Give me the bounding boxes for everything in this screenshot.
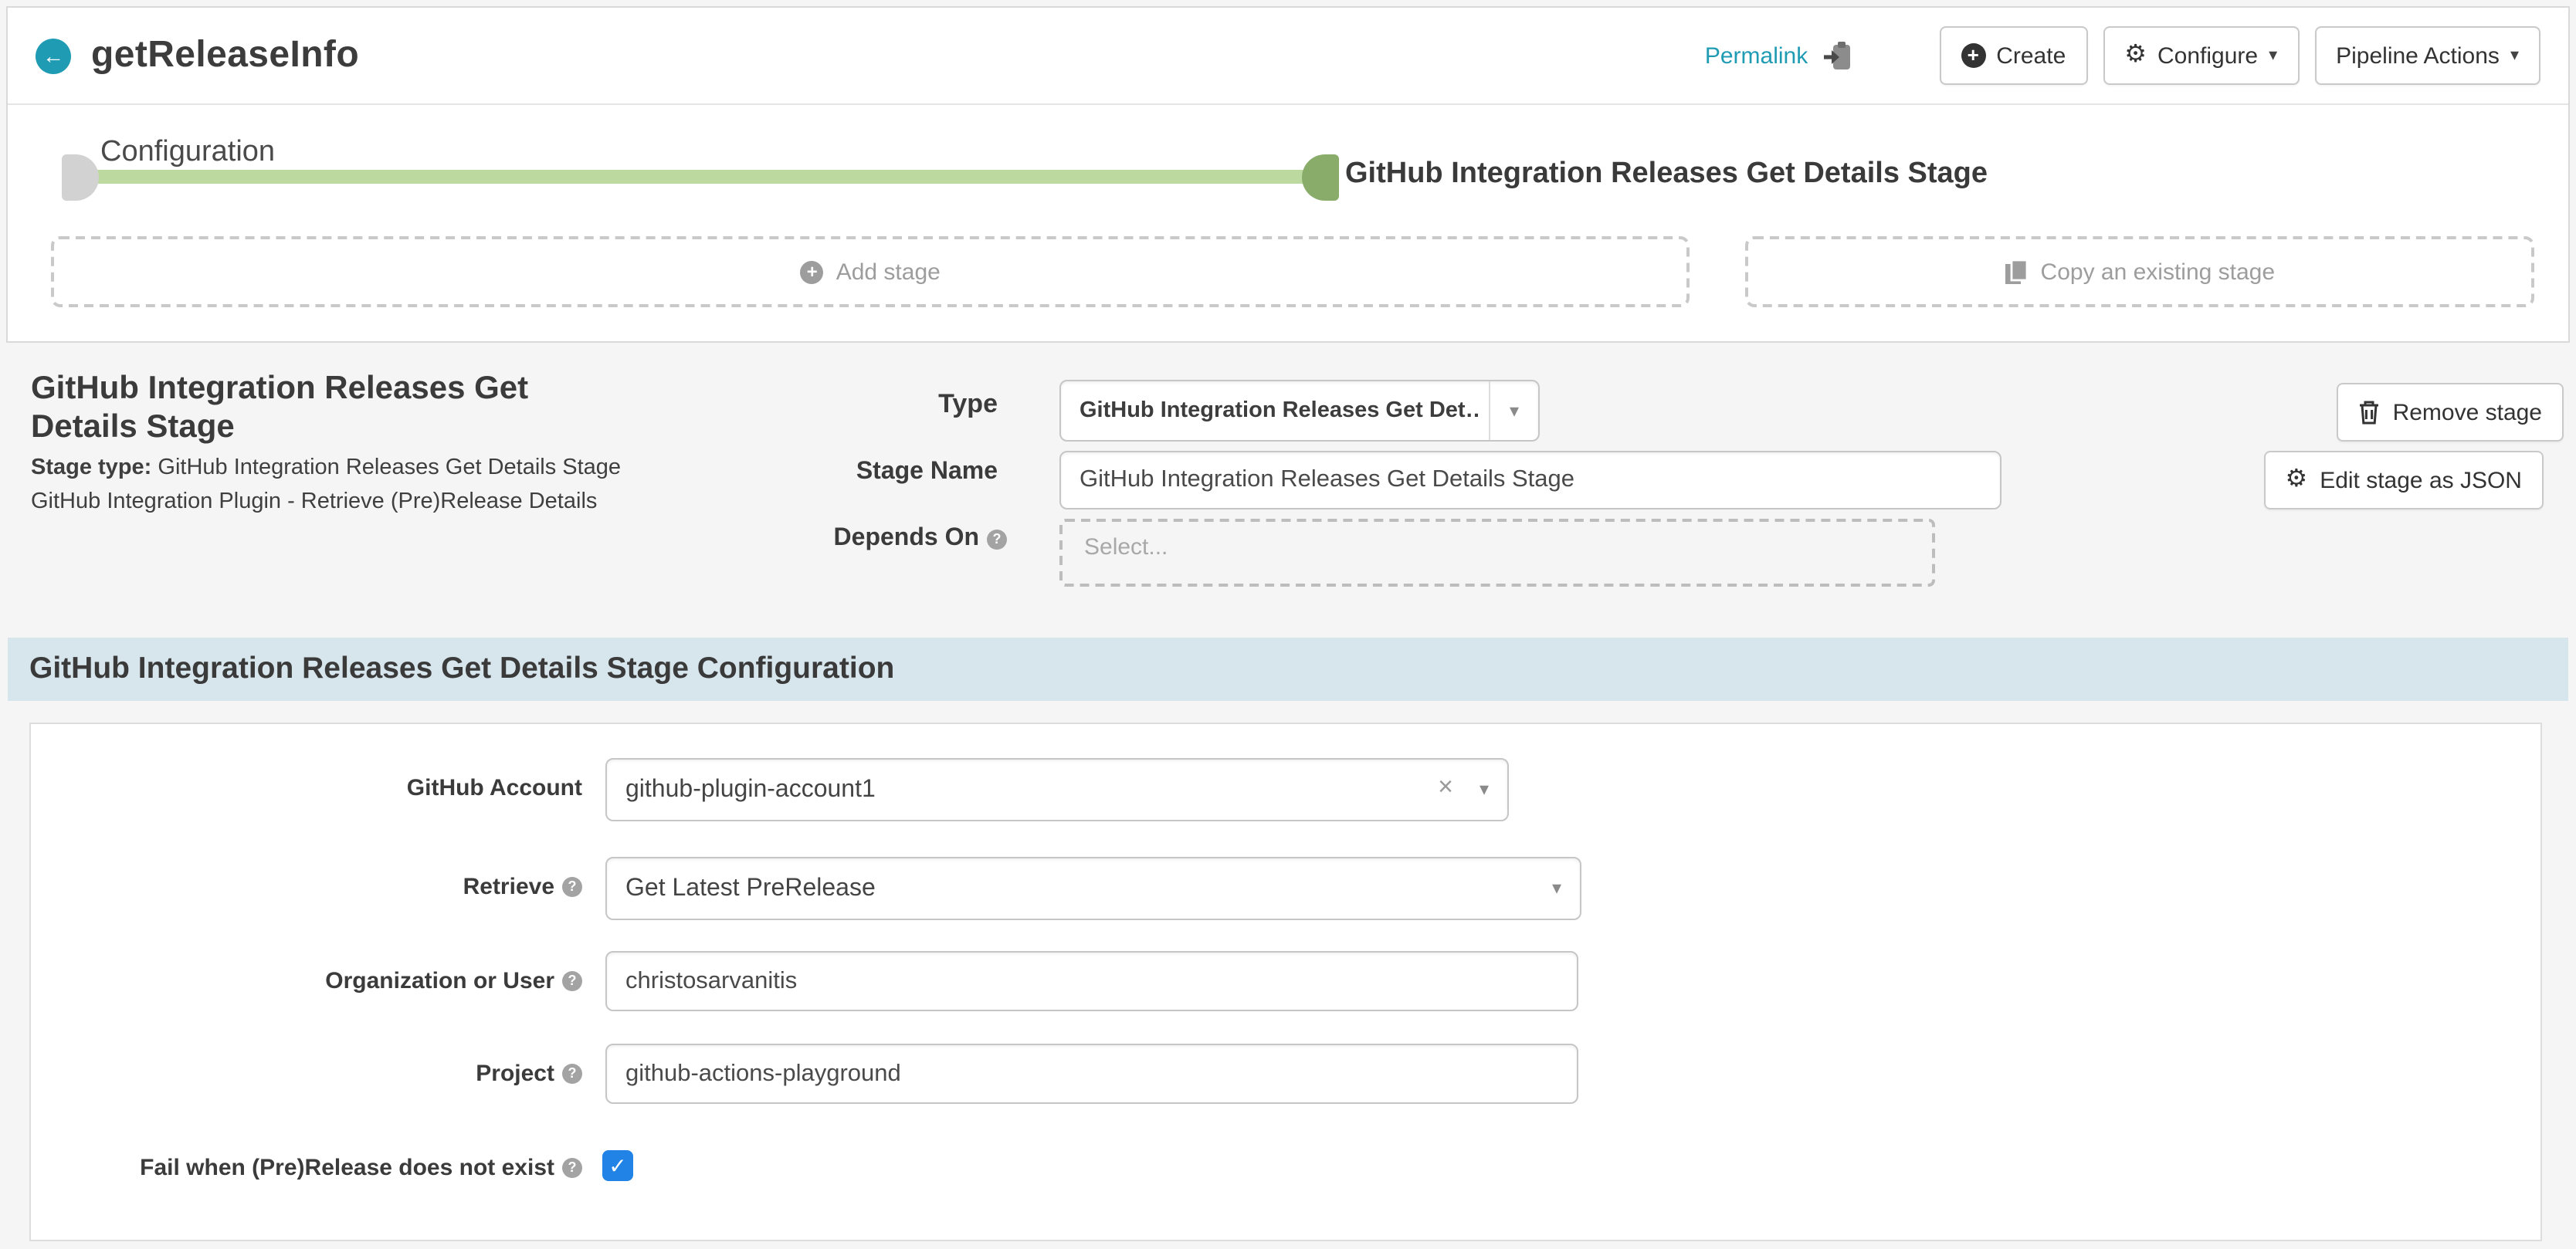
- edit-json-label: Edit stage as JSON: [2320, 467, 2522, 493]
- chevron-down-icon: ▾: [2510, 47, 2519, 64]
- graph-configuration-label[interactable]: Configuration: [100, 136, 275, 170]
- gear-icon: ⚙: [2286, 468, 2308, 492]
- github-account-label-row: GitHub Account: [31, 775, 582, 801]
- github-account-select[interactable]: github-plugin-account1 × ▾: [605, 758, 1509, 821]
- stage-actions-row: + Add stage Copy an existing stage: [51, 236, 2534, 307]
- pipeline-graph: Configuration GitHub Integration Release…: [8, 105, 2568, 235]
- stage-type-select-value: GitHub Integration Releases Get Det…: [1080, 381, 1480, 440]
- copy-stage-label: Copy an existing stage: [2041, 259, 2276, 285]
- chevron-down-icon: ▾: [1480, 780, 1489, 798]
- remove-stage-label: Remove stage: [2393, 399, 2542, 425]
- stage-type-select[interactable]: GitHub Integration Releases Get Det… ▾: [1059, 380, 1540, 442]
- arrow-left-icon: ←: [42, 43, 64, 68]
- create-button-label: Create: [1996, 42, 2066, 69]
- project-label-row: Project ?: [31, 1061, 582, 1087]
- stage-configuration-banner: GitHub Integration Releases Get Details …: [8, 638, 2568, 701]
- help-icon[interactable]: ?: [562, 1158, 582, 1178]
- github-account-label: GitHub Account: [407, 775, 582, 801]
- pipeline-actions-button[interactable]: Pipeline Actions ▾: [2314, 26, 2540, 85]
- organization-input[interactable]: [605, 951, 1578, 1011]
- help-icon[interactable]: ?: [562, 1064, 582, 1084]
- stage-type-label: Stage type:: [31, 455, 151, 480]
- copy-to-clipboard-icon[interactable]: [1822, 40, 1852, 71]
- remove-stage-button[interactable]: Remove stage: [2337, 383, 2564, 442]
- page-title: getReleaseInfo: [91, 34, 359, 77]
- add-stage-label: Add stage: [836, 259, 941, 285]
- project-input[interactable]: [605, 1044, 1578, 1104]
- select-arrow-zone[interactable]: ▾: [1489, 381, 1538, 440]
- chevron-down-icon: ▾: [1552, 878, 1561, 897]
- plus-circle-icon: +: [801, 260, 824, 283]
- chevron-down-icon: ▾: [1510, 400, 1519, 421]
- graph-edge: [96, 170, 1305, 184]
- stage-name-label: Stage Name: [856, 459, 998, 486]
- copy-existing-stage-button[interactable]: Copy an existing stage: [1746, 236, 2534, 307]
- copy-icon: [2005, 259, 2029, 284]
- edit-stage-as-json-button[interactable]: ⚙ Edit stage as JSON: [2264, 451, 2544, 509]
- back-button[interactable]: ←: [36, 38, 71, 73]
- fail-flag-label-row: Fail when (Pre)Release does not exist ?: [31, 1155, 582, 1181]
- permalink-link[interactable]: Permalink: [1705, 42, 1808, 69]
- create-button[interactable]: + Create: [1939, 26, 2087, 85]
- help-icon[interactable]: ?: [987, 529, 1007, 549]
- stage-type-value: GitHub Integration Releases Get Details …: [158, 455, 621, 480]
- check-icon: ✓: [608, 1155, 626, 1176]
- type-label-row: Type: [680, 389, 998, 420]
- graph-node-stage[interactable]: [1302, 154, 1339, 201]
- fail-flag-checkbox[interactable]: ✓: [602, 1150, 633, 1181]
- organization-label-row: Organization or User ?: [31, 968, 582, 994]
- plus-circle-icon: +: [1961, 43, 1985, 68]
- pipeline-header: ← getReleaseInfo Permalink + Create ⚙ Co…: [8, 8, 2568, 105]
- stage-type-line: Stage type: GitHub Integration Releases …: [31, 455, 621, 480]
- help-icon[interactable]: ?: [562, 971, 582, 991]
- depends-on-label-row: Depends On ?: [664, 525, 1007, 553]
- pipeline-header-card: ← getReleaseInfo Permalink + Create ⚙ Co…: [6, 6, 2570, 343]
- pipeline-actions-label: Pipeline Actions: [2336, 42, 2500, 69]
- depends-on-select[interactable]: Select...: [1059, 519, 1935, 587]
- clear-icon[interactable]: ×: [1438, 772, 1453, 803]
- configure-button-label: Configure: [2157, 42, 2258, 69]
- type-label: Type: [938, 389, 998, 420]
- chevron-down-icon: ▾: [2269, 47, 2277, 64]
- depends-on-placeholder: Select...: [1084, 534, 1932, 560]
- stage-configuration-card: GitHub Account github-plugin-account1 × …: [29, 723, 2542, 1241]
- gear-icon: ⚙: [2124, 43, 2147, 68]
- organization-label: Organization or User: [325, 968, 554, 994]
- fail-flag-label: Fail when (Pre)Release does not exist: [140, 1155, 554, 1181]
- graph-stage-label[interactable]: GitHub Integration Releases Get Details …: [1345, 157, 1988, 191]
- stage-name-label-row: Stage Name: [680, 459, 998, 486]
- add-stage-button[interactable]: + Add stage: [51, 236, 1690, 307]
- retrieve-label-row: Retrieve ?: [31, 874, 582, 900]
- graph-node-configuration[interactable]: [62, 154, 99, 201]
- stage-configuration-heading: GitHub Integration Releases Get Details …: [29, 652, 894, 687]
- retrieve-value: Get Latest PreRelease: [625, 858, 876, 919]
- retrieve-label: Retrieve: [463, 874, 554, 900]
- configure-button[interactable]: ⚙ Configure ▾: [2103, 26, 2299, 85]
- project-label: Project: [476, 1061, 554, 1087]
- stage-heading: GitHub Integration Releases Get Details …: [31, 369, 605, 446]
- github-account-value: github-plugin-account1: [625, 760, 876, 820]
- page: ← getReleaseInfo Permalink + Create ⚙ Co…: [0, 0, 2576, 1249]
- trash-icon: [2359, 400, 2381, 425]
- depends-on-label: Depends On: [834, 525, 979, 553]
- stage-description: GitHub Integration Plugin - Retrieve (Pr…: [31, 489, 597, 514]
- retrieve-select[interactable]: Get Latest PreRelease ▾: [605, 857, 1581, 920]
- stage-name-input[interactable]: [1059, 451, 2001, 509]
- help-icon[interactable]: ?: [562, 877, 582, 897]
